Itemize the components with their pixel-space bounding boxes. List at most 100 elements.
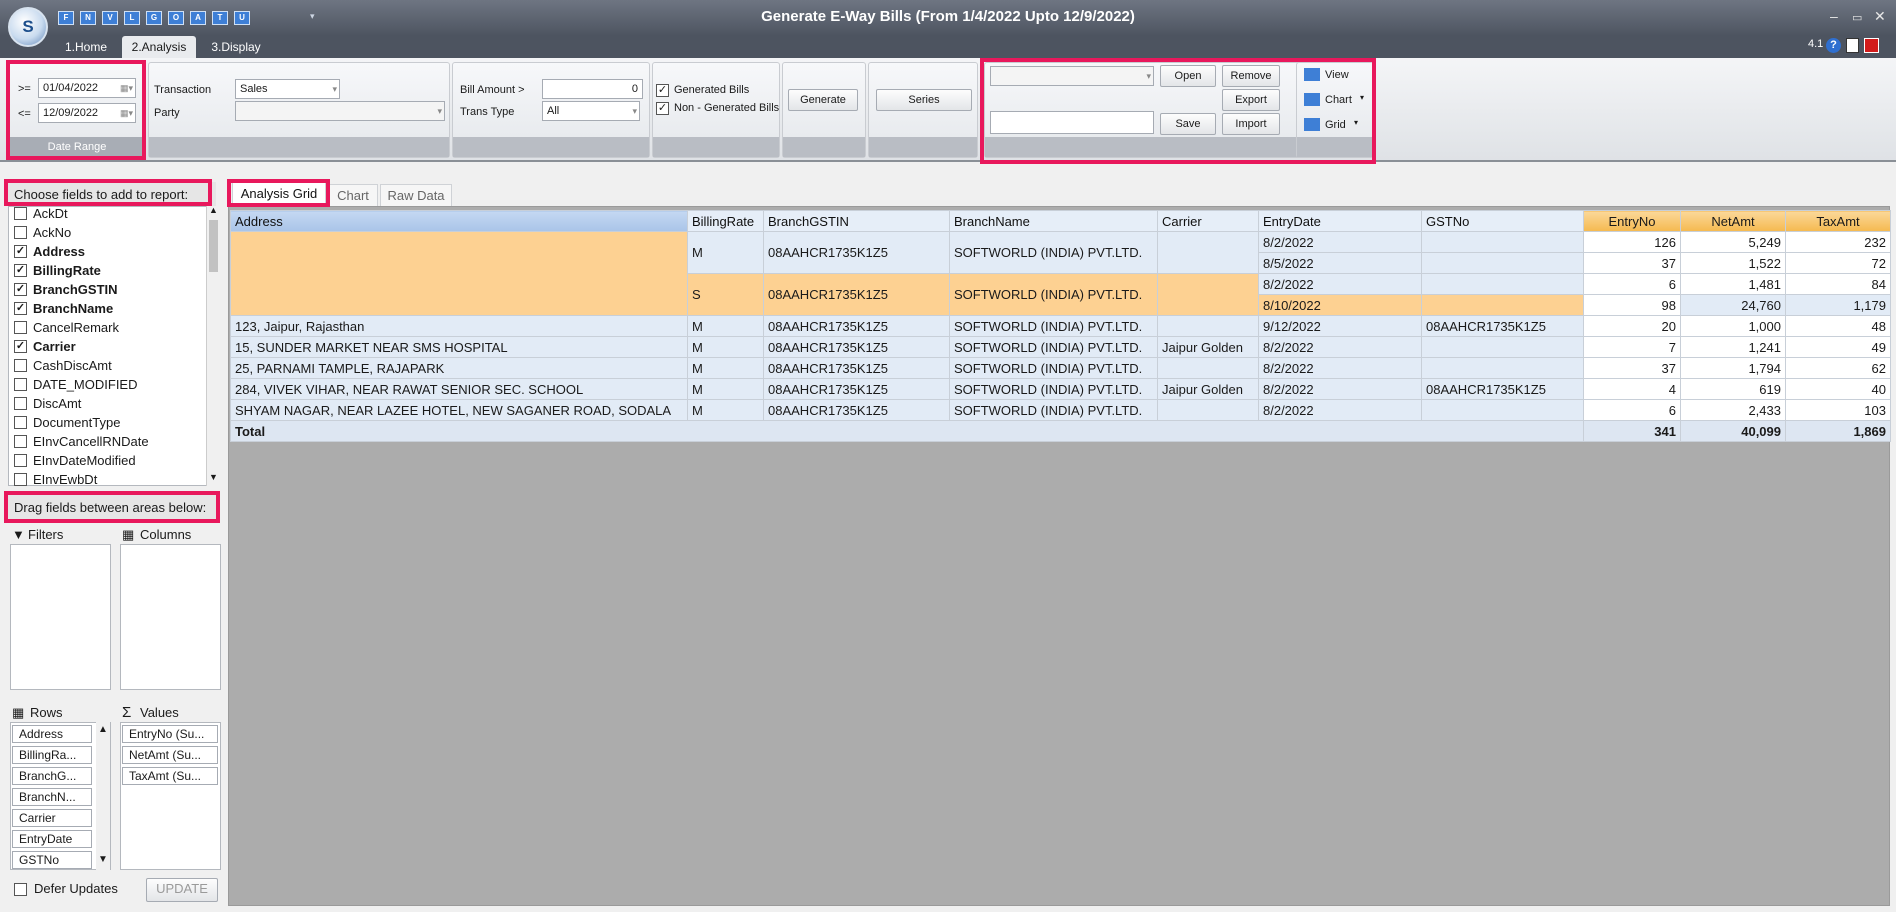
header-billingrate[interactable]: BillingRate [687, 210, 764, 232]
import-button[interactable]: Import [1222, 113, 1280, 135]
address-cell[interactable]: 25, PARNAMI TAMPLE, RAJAPARK [230, 357, 688, 379]
billingrate-cell[interactable]: M [687, 357, 764, 379]
layout-name-input[interactable] [990, 111, 1154, 134]
exit-icon[interactable] [1864, 38, 1879, 53]
field-checkbox[interactable] [14, 321, 27, 334]
field-item[interactable]: EInvEwbDt [14, 470, 97, 489]
netamt-cell[interactable]: 5,249 [1680, 231, 1786, 253]
field-checkbox[interactable]: ✓ [14, 245, 27, 258]
carrier-cell[interactable] [1157, 357, 1259, 379]
netamt-cell[interactable]: 1,241 [1680, 336, 1786, 358]
field-item[interactable]: DocumentType [14, 413, 120, 432]
branchgstin-cell[interactable]: 08AAHCR1735K1Z5 [763, 399, 950, 421]
header-netamt[interactable]: NetAmt [1680, 210, 1786, 232]
tab-raw-data[interactable]: Raw Data [380, 184, 452, 206]
taxamt-cell[interactable]: 72 [1785, 252, 1891, 274]
gstno-cell[interactable] [1421, 357, 1584, 379]
filters-drop-area[interactable] [10, 544, 111, 690]
quick-access-icon[interactable]: G [146, 11, 162, 25]
taxamt-cell[interactable]: 49 [1785, 336, 1891, 358]
value-field-chip[interactable]: EntryNo (Su... [122, 725, 218, 743]
field-item[interactable]: AckDt [14, 204, 68, 223]
entrydate-cell[interactable]: 8/2/2022 [1258, 336, 1422, 358]
branchname-cell[interactable]: SOFTWORLD (INDIA) PVT.LTD. [949, 378, 1158, 400]
series-button[interactable]: Series [876, 89, 972, 111]
taxamt-cell[interactable]: 62 [1785, 357, 1891, 379]
billingrate-cell[interactable]: M [687, 231, 764, 274]
carrier-cell[interactable] [1157, 231, 1259, 274]
tab-display[interactable]: 3.Display [206, 36, 266, 58]
address-cell[interactable]: SHYAM NAGAR, NEAR LAZEE HOTEL, NEW SAGAN… [230, 399, 688, 421]
field-item[interactable]: DATE_MODIFIED [14, 375, 138, 394]
close-icon[interactable]: ✕ [1874, 8, 1886, 25]
entryno-cell[interactable]: 4 [1583, 378, 1681, 400]
row-field-chip[interactable]: Carrier [12, 809, 92, 827]
branchgstin-cell[interactable]: 08AAHCR1735K1Z5 [763, 378, 950, 400]
row-field-chip[interactable]: BranchN... [12, 788, 92, 806]
address-cell[interactable] [230, 231, 688, 316]
field-checkbox[interactable] [14, 454, 27, 467]
layout-select[interactable]: ▾ [990, 66, 1154, 86]
row-field-chip[interactable]: BillingRa... [12, 746, 92, 764]
to-date-picker[interactable]: 12/09/2022 ▦▾ [38, 103, 136, 123]
branchname-cell[interactable]: SOFTWORLD (INDIA) PVT.LTD. [949, 273, 1158, 316]
field-checkbox[interactable] [14, 226, 27, 239]
header-taxamt[interactable]: TaxAmt [1785, 210, 1891, 232]
branchgstin-cell[interactable]: 08AAHCR1735K1Z5 [763, 273, 950, 316]
entryno-cell[interactable]: 37 [1583, 252, 1681, 274]
header-entryno[interactable]: EntryNo [1583, 210, 1681, 232]
document-icon[interactable] [1846, 38, 1859, 53]
gstno-cell[interactable] [1421, 399, 1584, 421]
field-item[interactable]: ✓ Address [14, 242, 85, 261]
row-field-chip[interactable]: EntryDate [12, 830, 92, 848]
calendar-icon[interactable]: ▦▾ [120, 104, 133, 122]
entryno-cell[interactable]: 6 [1583, 399, 1681, 421]
entryno-cell[interactable]: 37 [1583, 357, 1681, 379]
quick-access-icon[interactable]: A [190, 11, 206, 25]
field-item[interactable]: EInvCancellRNDate [14, 432, 149, 451]
taxamt-cell[interactable]: 84 [1785, 273, 1891, 295]
chevron-down-icon[interactable]: ▾ [1360, 93, 1364, 102]
field-item[interactable]: CashDiscAmt [14, 356, 112, 375]
taxamt-cell[interactable]: 232 [1785, 231, 1891, 253]
field-checkbox[interactable]: ✓ [14, 302, 27, 315]
customize-toolbar-icon[interactable]: ▾ [310, 11, 315, 22]
minimize-icon[interactable]: – [1830, 8, 1838, 24]
gstno-cell[interactable]: 08AAHCR1735K1Z5 [1421, 315, 1584, 337]
quick-access-icon[interactable]: T [212, 11, 228, 25]
field-checkbox[interactable] [14, 207, 27, 220]
calendar-icon[interactable]: ▦▾ [120, 79, 133, 97]
gstno-cell[interactable] [1421, 252, 1584, 274]
billingrate-cell[interactable]: M [687, 336, 764, 358]
branchgstin-cell[interactable]: 08AAHCR1735K1Z5 [763, 315, 950, 337]
entrydate-cell[interactable]: 8/10/2022 [1258, 294, 1422, 316]
tab-analysis-grid[interactable]: Analysis Grid [232, 182, 326, 206]
netamt-cell[interactable]: 619 [1680, 378, 1786, 400]
gstno-cell[interactable] [1421, 336, 1584, 358]
row-field-chip[interactable]: BranchG... [12, 767, 92, 785]
header-address[interactable]: Address [230, 210, 688, 232]
netamt-cell[interactable]: 1,522 [1680, 252, 1786, 274]
quick-access-icon[interactable]: U [234, 11, 250, 25]
entrydate-cell[interactable]: 8/2/2022 [1258, 273, 1422, 295]
help-icon[interactable]: ? [1826, 38, 1841, 53]
netamt-cell[interactable]: 1,794 [1680, 357, 1786, 379]
branchname-cell[interactable]: SOFTWORLD (INDIA) PVT.LTD. [949, 399, 1158, 421]
entrydate-cell[interactable]: 8/2/2022 [1258, 231, 1422, 253]
rows-scrollbar[interactable] [96, 722, 110, 870]
field-checkbox[interactable]: ✓ [14, 340, 27, 353]
header-gstno[interactable]: GSTNo [1421, 210, 1584, 232]
bill-amount-input[interactable]: 0 [542, 79, 643, 99]
quick-access-icon[interactable]: V [102, 11, 118, 25]
transaction-select[interactable]: Sales ▾ [235, 79, 340, 99]
field-checkbox[interactable] [14, 473, 27, 486]
branchgstin-cell[interactable]: 08AAHCR1735K1Z5 [763, 336, 950, 358]
row-field-chip[interactable]: GSTNo [12, 851, 92, 869]
header-branchgstin[interactable]: BranchGSTIN [763, 210, 950, 232]
value-field-chip[interactable]: NetAmt (Su... [122, 746, 218, 764]
tab-analysis[interactable]: 2.Analysis [122, 36, 196, 58]
billingrate-cell[interactable]: M [687, 399, 764, 421]
entryno-cell[interactable]: 7 [1583, 336, 1681, 358]
branchgstin-cell[interactable]: 08AAHCR1735K1Z5 [763, 231, 950, 274]
entrydate-cell[interactable]: 8/2/2022 [1258, 378, 1422, 400]
